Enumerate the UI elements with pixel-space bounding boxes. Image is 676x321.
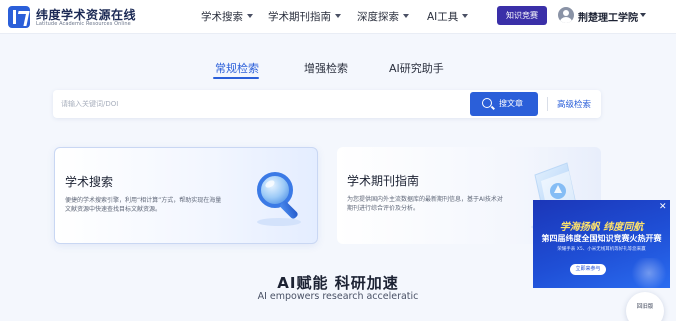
- float-button-label: 回旧版: [636, 304, 654, 310]
- card-title: 学术期刊指南: [347, 174, 420, 188]
- search-input[interactable]: [61, 94, 461, 114]
- advanced-search-link[interactable]: 高级检索: [557, 98, 591, 110]
- academic-search-card[interactable]: 学术搜索 便捷的学术搜索引擎，利用“相计算”方式，帮助实现在海量文献资源中快速查…: [54, 147, 318, 244]
- contest-promo-popup[interactable]: ✕ 学海扬帆 纬度同航 第四届纬度全国知识竞赛火热开赛 荣耀手表 X5、小米无线…: [533, 200, 670, 288]
- logo-icon: [8, 6, 30, 28]
- search-icon: [482, 98, 492, 108]
- chevron-down-icon: [335, 14, 341, 18]
- search-articles-button[interactable]: 搜文章: [470, 92, 538, 116]
- nav-deep-explore[interactable]: 深度探索: [357, 9, 409, 24]
- tab-regular-search[interactable]: 常规检索: [215, 60, 259, 76]
- close-icon[interactable]: ✕: [659, 202, 667, 212]
- magnifier-icon: [257, 172, 301, 226]
- card-description: 便捷的学术搜索引擎，利用“相计算”方式，帮助实现在海量文献资源中快速查找目标文献…: [65, 197, 222, 213]
- nav-label: 学术期刊指南: [268, 11, 331, 23]
- chevron-down-icon: [403, 14, 409, 18]
- promo-headline: 第四届纬度全国知识竞赛火热开赛: [541, 234, 662, 243]
- nav-label: 学术搜索: [201, 11, 243, 23]
- chevron-down-icon: [462, 14, 469, 18]
- nav-label: AI工具: [427, 11, 459, 23]
- top-navigation: 纬度学术资源在线 Latitude Academic Resources Onl…: [0, 0, 676, 34]
- nav-journal-guide[interactable]: 学术期刊指南: [268, 9, 341, 24]
- logo-subtitle: Latitude Academic Resources Online: [36, 21, 131, 27]
- active-tab-indicator: [213, 77, 259, 79]
- nav-label: 深度探索: [357, 11, 399, 23]
- join-now-button[interactable]: 立即来参与: [570, 264, 606, 275]
- tab-enhanced-search[interactable]: 增强检索: [304, 60, 348, 76]
- tab-ai-research-assistant[interactable]: AI研究助手: [389, 60, 444, 76]
- decorative-glow: [629, 258, 669, 288]
- ai-section-subtitle: AI empowers research acceleratic: [257, 291, 419, 302]
- divider: [547, 97, 548, 111]
- search-bar: 搜文章 高级检索: [53, 90, 601, 118]
- user-name[interactable]: 荆楚理工学院: [578, 9, 638, 24]
- nav-ai-tools[interactable]: AI工具: [427, 9, 469, 24]
- promo-slogan: 学海扬帆 纬度同航: [559, 222, 644, 233]
- card-description: 为您提供国内外主流数据库的最新期刊信息，基于AI技术对期刊进行综合评价及分析。: [347, 196, 503, 212]
- nav-academic-search[interactable]: 学术搜索: [201, 9, 253, 24]
- promo-prizes: 荣耀手表 X5、小米无线耳机等好礼等您来赢: [557, 247, 646, 252]
- knowledge-contest-button[interactable]: 知识竞赛: [497, 6, 547, 25]
- user-avatar-icon[interactable]: [558, 7, 574, 23]
- search-button-label: 搜文章: [499, 99, 523, 108]
- card-title: 学术搜索: [65, 175, 114, 189]
- chevron-down-icon[interactable]: [640, 13, 646, 17]
- chevron-down-icon: [247, 14, 253, 18]
